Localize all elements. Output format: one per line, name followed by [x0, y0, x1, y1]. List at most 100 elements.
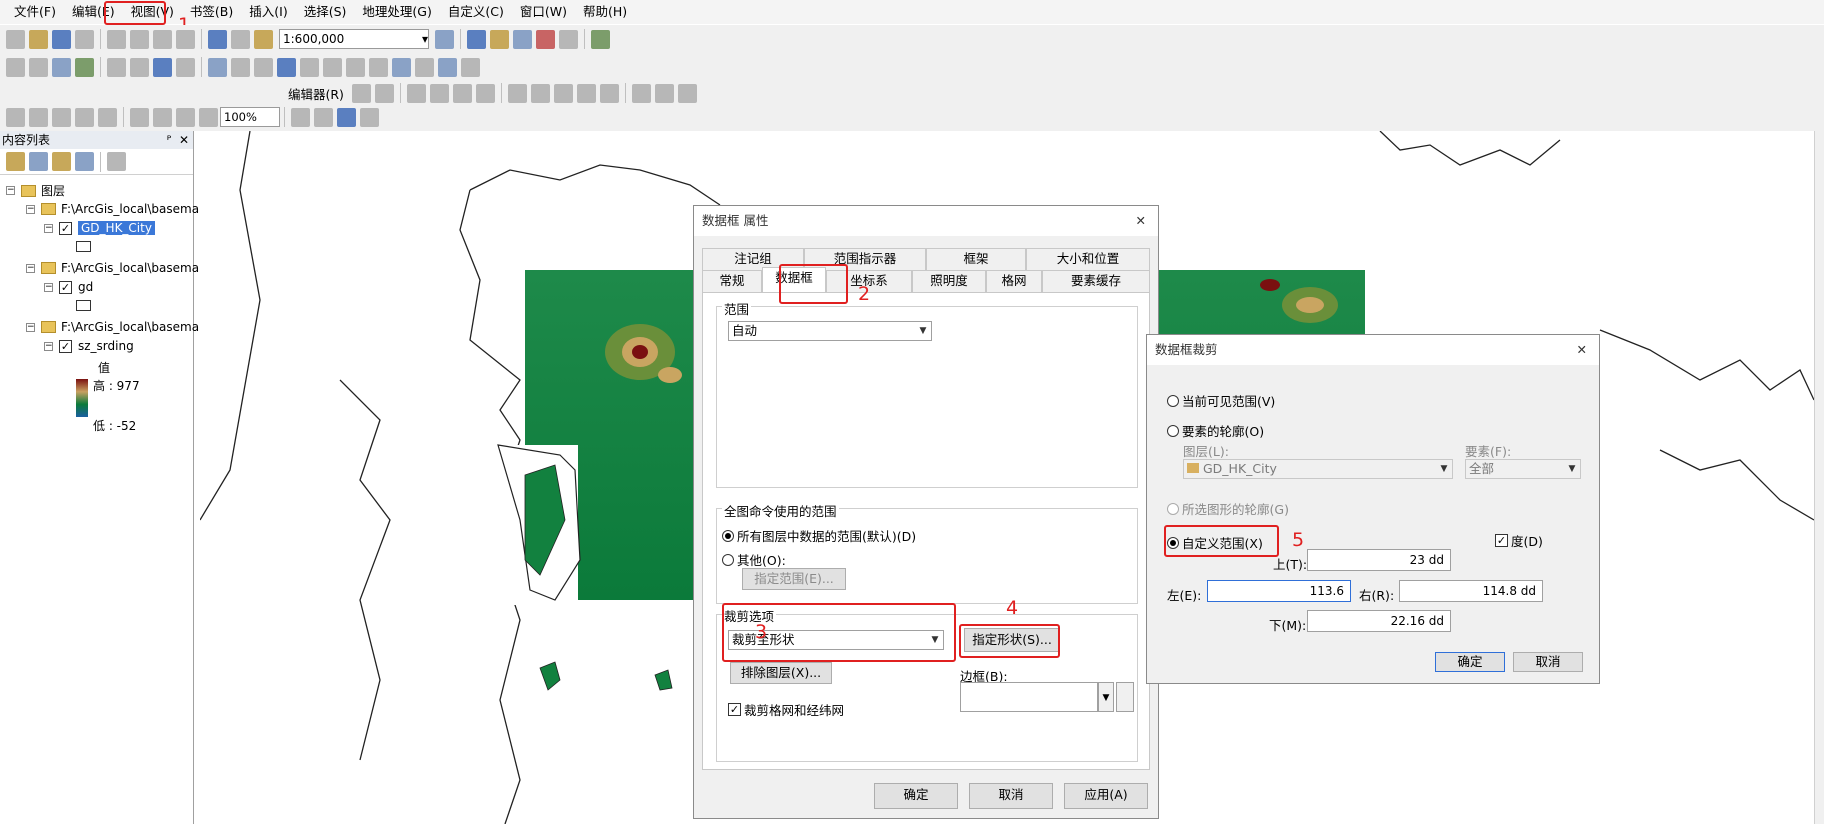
identify-icon[interactable]	[277, 57, 296, 77]
rotate-icon[interactable]	[599, 83, 619, 103]
layer-gd-hk-city[interactable]: − ✓ GD_HK_City	[44, 221, 155, 235]
options-icon[interactable]	[107, 152, 126, 171]
trace-icon[interactable]	[452, 83, 472, 103]
zoom-in-icon[interactable]	[6, 57, 25, 77]
cut-polygons-icon[interactable]	[553, 83, 573, 103]
full-extent-icon[interactable]	[75, 57, 94, 77]
attributes-icon[interactable]	[631, 83, 651, 103]
collapse-icon[interactable]: −	[26, 204, 35, 214]
change-layout-icon[interactable]	[337, 107, 356, 127]
find-icon[interactable]	[369, 57, 388, 77]
open-icon[interactable]	[29, 29, 48, 49]
data-driven-pages-icon[interactable]	[360, 107, 379, 127]
layout-zoom-out-icon[interactable]	[29, 107, 48, 127]
layer-group-1[interactable]: − F:\ArcGis_local\basema	[26, 202, 199, 216]
back-extent-icon[interactable]	[153, 57, 172, 77]
select-elements-icon[interactable]	[254, 57, 273, 77]
menu-geoprocessing[interactable]: 地理处理(G)	[354, 1, 439, 23]
clip-grid-checkbox[interactable]: ✓ 裁剪格网和经纬网	[728, 700, 844, 719]
editor-menu[interactable]: 编辑器(R)	[288, 84, 344, 103]
viewer-window-icon[interactable]	[461, 57, 480, 77]
menu-help[interactable]: 帮助(H)	[575, 1, 635, 23]
selected-graphics-radio[interactable]: 所选图形的轮廓(G)	[1167, 499, 1289, 518]
degrees-checkbox[interactable]: ✓ 度(D)	[1495, 531, 1543, 550]
specify-extent-button[interactable]: 指定范围(E)...	[742, 568, 846, 590]
html-popup-icon[interactable]	[323, 57, 342, 77]
zoom-whole-page-icon[interactable]	[75, 107, 94, 127]
previous-page-extent-icon[interactable]	[176, 107, 195, 127]
copy-icon[interactable]	[130, 29, 149, 49]
menu-select[interactable]: 选择(S)	[296, 1, 355, 23]
close-icon[interactable]: ✕	[1136, 206, 1146, 236]
right-extent-input[interactable]: 114.8 dd	[1399, 580, 1543, 602]
collapse-icon[interactable]: −	[44, 282, 53, 292]
save-icon[interactable]	[52, 29, 71, 49]
map-scale-select[interactable]: 1:600,000 ▾	[279, 29, 429, 49]
list-by-drawing-order-icon[interactable]	[6, 152, 25, 171]
pan-icon[interactable]	[52, 57, 71, 77]
collapse-icon[interactable]: −	[44, 223, 53, 233]
hyperlink-icon[interactable]	[300, 57, 319, 77]
layer-gd[interactable]: − ✓ gd	[44, 280, 93, 294]
map-vertical-scrollbar[interactable]	[1814, 131, 1824, 824]
fixed-zoom-out-page-icon[interactable]	[153, 107, 172, 127]
border-style-dropdown[interactable]: ▼	[1098, 682, 1114, 712]
menu-customize[interactable]: 自定义(C)	[440, 1, 512, 23]
list-by-visibility-icon[interactable]	[52, 152, 71, 171]
reshape-icon[interactable]	[530, 83, 550, 103]
feature-outline-radio[interactable]: 要素的轮廓(O)	[1167, 421, 1264, 440]
focus-data-frame-icon[interactable]	[314, 107, 333, 127]
layers-root[interactable]: − 图层	[6, 182, 65, 199]
layer-visibility-checkbox[interactable]: ✓	[59, 280, 72, 294]
undo-icon[interactable]	[208, 29, 227, 49]
editor-toolbar-icon[interactable]	[435, 29, 454, 49]
zoom-100-icon[interactable]	[98, 107, 117, 127]
menu-window[interactable]: 窗口(W)	[512, 1, 575, 23]
feature-select[interactable]: 全部 ▼	[1465, 459, 1581, 479]
next-page-extent-icon[interactable]	[199, 107, 218, 127]
tab-illumination[interactable]: 照明度	[912, 270, 986, 292]
menu-bookmark[interactable]: 书签(B)	[182, 1, 241, 23]
forward-extent-icon[interactable]	[176, 57, 195, 77]
point-icon[interactable]	[475, 83, 495, 103]
layout-pan-icon[interactable]	[52, 107, 71, 127]
full-extent-other-radio[interactable]: 其他(O):	[722, 550, 786, 569]
straight-segment-icon[interactable]	[406, 83, 426, 103]
collapse-icon[interactable]: −	[44, 341, 53, 351]
end-point-arc-icon[interactable]	[429, 83, 449, 103]
print-icon[interactable]	[75, 29, 94, 49]
layer-visibility-checkbox[interactable]: ✓	[59, 339, 72, 353]
edit-annotation-icon[interactable]	[374, 83, 394, 103]
layer-select[interactable]: GD_HK_City ▼	[1183, 459, 1453, 479]
paste-icon[interactable]	[153, 29, 172, 49]
model-builder-icon[interactable]	[591, 29, 610, 49]
tab-frame[interactable]: 框架	[926, 248, 1026, 270]
polygon-symbol[interactable]	[76, 241, 91, 252]
list-by-source-icon[interactable]	[29, 152, 48, 171]
edit-vertices-icon[interactable]	[507, 83, 527, 103]
cut-icon[interactable]	[107, 29, 126, 49]
polygon-symbol[interactable]	[76, 300, 91, 311]
python-window-icon[interactable]	[559, 29, 578, 49]
new-document-icon[interactable]	[6, 29, 25, 49]
list-by-selection-icon[interactable]	[75, 152, 94, 171]
fixed-zoom-in-icon[interactable]	[107, 57, 126, 77]
select-features-icon[interactable]	[208, 57, 227, 77]
layer-name-label[interactable]: sz_srding	[78, 339, 134, 353]
measure-icon[interactable]	[346, 57, 365, 77]
fixed-zoom-out-icon[interactable]	[130, 57, 149, 77]
close-icon[interactable]: ✕	[179, 133, 189, 147]
visible-extent-radio[interactable]: 当前可见范围(V)	[1167, 391, 1275, 410]
zoom-percent-select[interactable]: 100%	[220, 107, 280, 127]
time-slider-icon[interactable]	[438, 57, 457, 77]
layer-visibility-checkbox[interactable]: ✓	[59, 221, 72, 235]
collapse-icon[interactable]: −	[26, 322, 35, 332]
tab-feature-cache[interactable]: 要素缓存	[1042, 270, 1150, 292]
apply-button[interactable]: 应用(A)	[1064, 783, 1148, 809]
arctoolbox-icon[interactable]	[536, 29, 555, 49]
cancel-button[interactable]: 取消	[1513, 652, 1583, 672]
menu-insert[interactable]: 插入(I)	[241, 1, 295, 23]
menu-file[interactable]: 文件(F)	[6, 1, 64, 23]
pin-icon[interactable]: ᴾ	[167, 133, 172, 147]
table-window-icon[interactable]	[467, 29, 486, 49]
